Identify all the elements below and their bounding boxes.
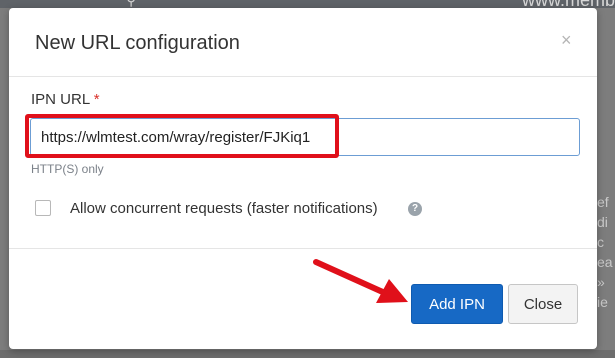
background-side-letter: ea [597, 254, 613, 270]
close-button[interactable]: Close [508, 284, 578, 324]
ipn-url-input[interactable] [30, 118, 580, 156]
background-side-letter: » [597, 274, 605, 290]
ipn-url-label: IPN URL * [31, 91, 100, 108]
background-side-letter: c [597, 234, 604, 250]
background-side-text: ef di c ea » ie [597, 192, 615, 312]
ipn-url-label-text: IPN URL [31, 91, 90, 108]
concurrent-requests-label[interactable]: Allow concurrent requests (faster notifi… [70, 200, 378, 217]
new-url-modal: New URL configuration × IPN URL * HTTP(S… [9, 8, 597, 349]
modal-title: New URL configuration [35, 32, 240, 54]
close-icon[interactable]: × [561, 30, 572, 50]
background-side-letter: di [597, 214, 608, 230]
background-bottom [0, 350, 615, 358]
help-icon[interactable]: ? [408, 202, 422, 216]
header-divider [9, 76, 597, 77]
required-marker: * [93, 91, 100, 108]
background-side-letter: ef [597, 194, 609, 210]
concurrent-requests-checkbox[interactable] [35, 200, 51, 216]
add-ipn-button[interactable]: Add IPN [411, 284, 503, 324]
footer-divider [9, 248, 597, 249]
background-side-letter: ie [597, 294, 608, 310]
ipn-url-hint: HTTP(S) only [31, 162, 104, 176]
